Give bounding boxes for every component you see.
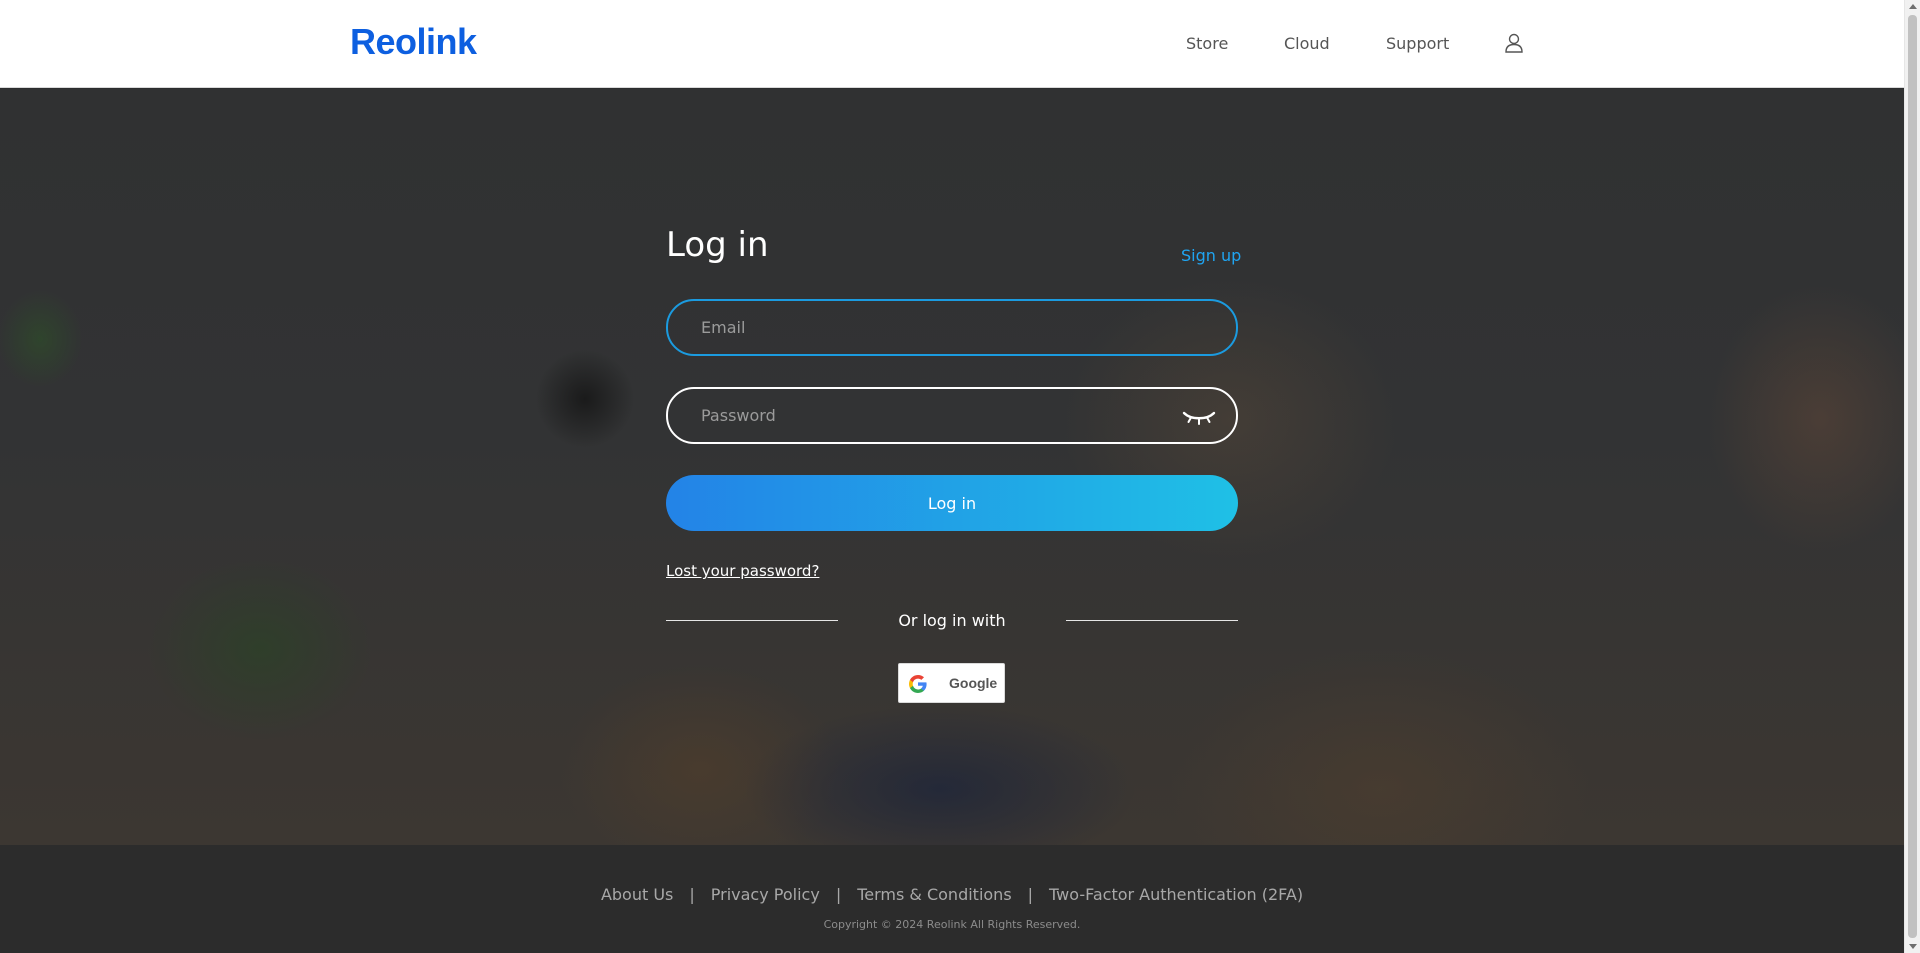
nav-store[interactable]: Store — [1186, 34, 1228, 53]
google-icon — [909, 675, 927, 693]
divider-right — [1066, 620, 1238, 621]
google-login-button[interactable]: Google — [898, 663, 1005, 703]
site-header: Reolink Store Cloud Support — [0, 0, 1904, 88]
lost-password-link[interactable]: Lost your password? — [666, 562, 819, 580]
nav-cloud[interactable]: Cloud — [1284, 34, 1330, 53]
password-field-wrapper — [666, 387, 1238, 444]
or-login-with-text: Or log in with — [898, 611, 1006, 630]
site-footer: About Us | Privacy Policy | Terms & Cond… — [0, 845, 1904, 953]
page-title: Log in — [666, 225, 769, 265]
scroll-down-arrow-icon[interactable] — [1909, 944, 1917, 949]
footer-link-about[interactable]: About Us — [601, 885, 673, 904]
email-input[interactable] — [668, 301, 1236, 354]
footer-separator: | — [835, 885, 842, 904]
login-hero: Log in Sign up Log in Lost your password… — [0, 89, 1904, 845]
google-button-label: Google — [949, 675, 998, 691]
scrollbar[interactable] — [1904, 0, 1920, 953]
footer-separator: | — [689, 885, 695, 904]
login-button[interactable]: Log in — [666, 475, 1238, 531]
password-input[interactable] — [668, 389, 1236, 442]
footer-link-terms[interactable]: Terms & Conditions — [857, 885, 1011, 904]
signup-link[interactable]: Sign up — [1181, 246, 1241, 265]
eye-closed-icon[interactable] — [1182, 408, 1216, 426]
divider-left — [666, 620, 838, 621]
nav-support[interactable]: Support — [1386, 34, 1449, 53]
footer-separator: | — [1027, 885, 1034, 904]
user-icon[interactable] — [1505, 33, 1523, 53]
copyright-text: Copyright © 2024 Reolink All Rights Rese… — [823, 918, 1081, 931]
reolink-logo[interactable]: Reolink — [350, 21, 477, 62]
footer-links: About Us | Privacy Policy | Terms & Cond… — [0, 885, 1904, 904]
scrollbar-thumb[interactable] — [1908, 15, 1917, 938]
email-field-wrapper — [666, 299, 1238, 356]
footer-link-2fa[interactable]: Two-Factor Authentication (2FA) — [1049, 885, 1303, 904]
scroll-up-arrow-icon[interactable] — [1909, 4, 1917, 9]
footer-link-privacy[interactable]: Privacy Policy — [711, 885, 820, 904]
